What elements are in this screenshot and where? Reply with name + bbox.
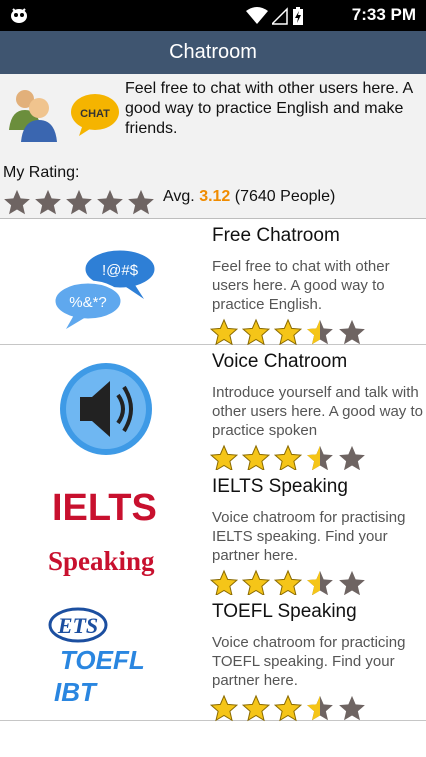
room-rating	[209, 694, 367, 724]
bubble-1-text: !@#$	[102, 262, 139, 279]
list-item-ielts-speaking[interactable]: IELTS Speaking IELTS Speaking Voice chat…	[0, 470, 426, 597]
cell-signal-icon	[272, 7, 288, 25]
room-description: Introduce yourself and talk with other u…	[212, 384, 423, 439]
header-description: Feel free to chat with other users here.…	[125, 80, 413, 137]
status-bar: 7:33 PM	[0, 0, 426, 31]
half-star-icon	[307, 695, 333, 721]
speaking-logo-text: Speaking	[48, 546, 155, 576]
my-rating-label: My Rating:	[3, 164, 80, 181]
avg-label: Avg.	[163, 188, 195, 205]
gray-star-icon	[339, 319, 365, 345]
ets-logo-text: ETS	[57, 613, 98, 638]
room-title: TOEFL Speaking	[212, 601, 357, 622]
room-description: Voice chatroom for practicing TOEFL spea…	[212, 634, 406, 689]
chatroom-header: CHAT Feel free to chat with other users …	[0, 74, 426, 219]
list-item-free-chatroom[interactable]: !@#$ %&*? Free Chatroom Feel free to cha…	[0, 219, 426, 348]
speaker-icon	[60, 363, 152, 455]
toefl-logo-text: TOEFL	[60, 645, 145, 675]
room-description: Voice chatroom for practising IELTS spea…	[212, 509, 406, 564]
rating-star-5[interactable]	[126, 188, 156, 218]
ielts-logo-text: IELTS	[52, 487, 157, 529]
rating-star-4[interactable]	[95, 188, 125, 218]
gold-star-icon	[209, 318, 239, 346]
gold-star-icon	[273, 694, 303, 722]
rating-star-1[interactable]	[2, 188, 32, 218]
room-description: Feel free to chat with other users here.…	[212, 258, 390, 313]
my-rating-stars[interactable]	[2, 188, 156, 218]
gray-star-icon	[339, 695, 365, 721]
rating-star-3[interactable]	[64, 188, 94, 218]
chat-bubbles-icon: !@#$ %&*?	[52, 247, 158, 329]
average-rating: Avg. 3.12 (7640 People)	[163, 188, 335, 206]
rating-star-2[interactable]	[33, 188, 63, 218]
page-title: Chatroom	[0, 31, 426, 74]
avg-value: 3.12	[199, 188, 231, 205]
battery-charging-icon	[293, 7, 303, 25]
clock: 7:33 PM	[351, 5, 416, 24]
list-item-voice-chatroom[interactable]: Voice Chatroom Introduce yourself and ta…	[0, 345, 426, 472]
gold-star-icon	[241, 318, 271, 346]
gold-star-icon	[241, 694, 271, 722]
room-rating	[209, 318, 367, 348]
list-item-toefl-speaking[interactable]: ETS TOEFL IBT TOEFL Speaking Voice chatr…	[0, 595, 426, 724]
status-icons	[246, 7, 304, 25]
half-star-icon	[307, 319, 333, 345]
gold-star-icon	[273, 318, 303, 346]
chat-badge-text: CHAT	[80, 108, 110, 120]
room-title: Free Chatroom	[212, 225, 340, 246]
room-title: Voice Chatroom	[212, 351, 348, 372]
gold-star-icon	[209, 694, 239, 722]
rating-count: (7640 People)	[234, 188, 336, 205]
ibt-logo-text: IBT	[54, 677, 98, 707]
room-title: IELTS Speaking	[212, 476, 348, 497]
users-chat-icon: CHAT	[9, 90, 119, 142]
ielts-logo: IELTS Speaking	[48, 487, 157, 576]
ets-toefl-logo: ETS TOEFL IBT	[48, 607, 145, 707]
bubble-2-text: %&*?	[69, 294, 107, 311]
wifi-icon	[246, 7, 268, 24]
debug-bug-icon	[11, 8, 27, 23]
